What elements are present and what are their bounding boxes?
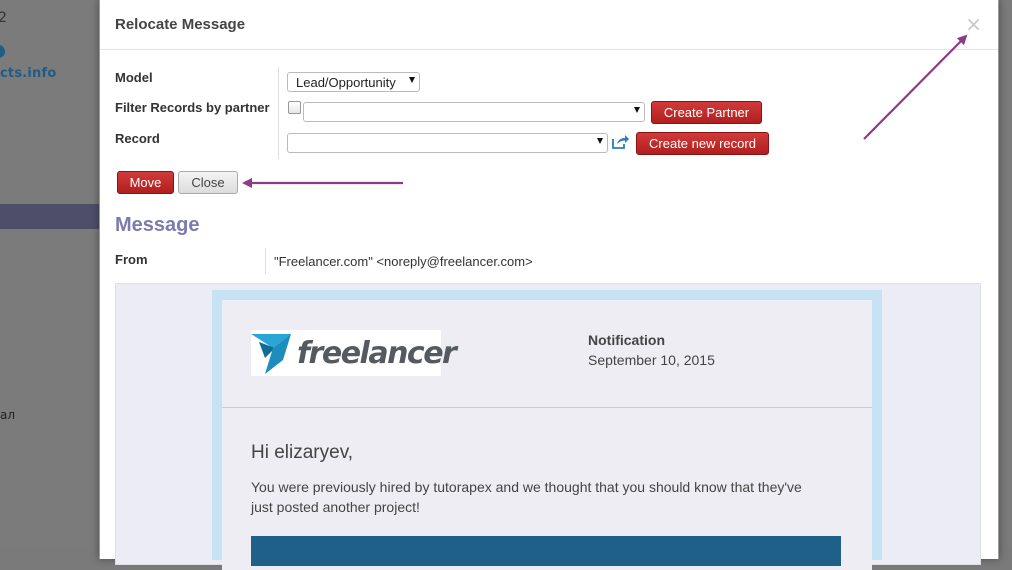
form-separator bbox=[278, 67, 279, 159]
background-logo-text: cts.info bbox=[0, 66, 57, 81]
message-section-title: Message bbox=[115, 214, 200, 236]
model-label: Model bbox=[115, 70, 153, 85]
from-label: From bbox=[115, 252, 148, 267]
email-body-text: You were previously hired by tutorapex a… bbox=[251, 479, 802, 515]
model-select[interactable]: Lead/Opportunity bbox=[287, 72, 420, 92]
create-new-record-button[interactable]: Create new record bbox=[636, 132, 769, 155]
freelancer-logo-text: freelancer bbox=[297, 336, 457, 371]
dialog-header: Relocate Message × bbox=[100, 0, 998, 50]
email-body: freelancer Notification September 10, 20… bbox=[222, 300, 872, 570]
background-app-right bbox=[997, 0, 1012, 546]
partner-select[interactable] bbox=[303, 102, 645, 122]
model-select-value: Lead/Opportunity bbox=[296, 75, 396, 90]
relocate-message-dialog: Relocate Message × Model Filter Records … bbox=[99, 0, 999, 570]
freelancer-bird-icon bbox=[251, 334, 291, 374]
dialog-title: Relocate Message bbox=[115, 16, 246, 33]
email-banner bbox=[251, 536, 841, 566]
close-icon[interactable]: × bbox=[965, 12, 982, 36]
from-value: "Freelancer.com" <noreply@freelancer.com… bbox=[274, 254, 533, 269]
email-divider bbox=[222, 407, 872, 408]
filter-by-partner-checkbox[interactable] bbox=[288, 101, 301, 114]
create-partner-button[interactable]: Create Partner bbox=[651, 101, 762, 124]
email-preview-frame: freelancer Notification September 10, 20… bbox=[212, 290, 882, 570]
filter-records-label: Filter Records by partner bbox=[115, 100, 270, 115]
background-app-sidebar: 2 cts.info ал bbox=[0, 0, 99, 546]
record-label: Record bbox=[115, 131, 160, 146]
chevron-down-icon bbox=[597, 138, 603, 144]
chevron-down-icon bbox=[634, 107, 640, 113]
move-button[interactable]: Move bbox=[117, 171, 174, 194]
external-link-icon[interactable] bbox=[611, 134, 630, 150]
record-select[interactable] bbox=[287, 133, 608, 153]
from-separator bbox=[265, 248, 266, 274]
freelancer-logo: freelancer bbox=[251, 330, 457, 376]
background-text: ал bbox=[0, 408, 16, 422]
background-active-menu-item bbox=[0, 204, 99, 229]
notification-title: Notification bbox=[588, 332, 665, 348]
chevron-down-icon bbox=[409, 77, 415, 83]
close-button[interactable]: Close bbox=[178, 171, 238, 194]
background-logo-icon bbox=[0, 45, 5, 58]
email-greeting: Hi elizaryev, bbox=[251, 442, 354, 463]
notification-date: September 10, 2015 bbox=[588, 352, 715, 368]
background-glyph: 2 bbox=[0, 10, 7, 26]
